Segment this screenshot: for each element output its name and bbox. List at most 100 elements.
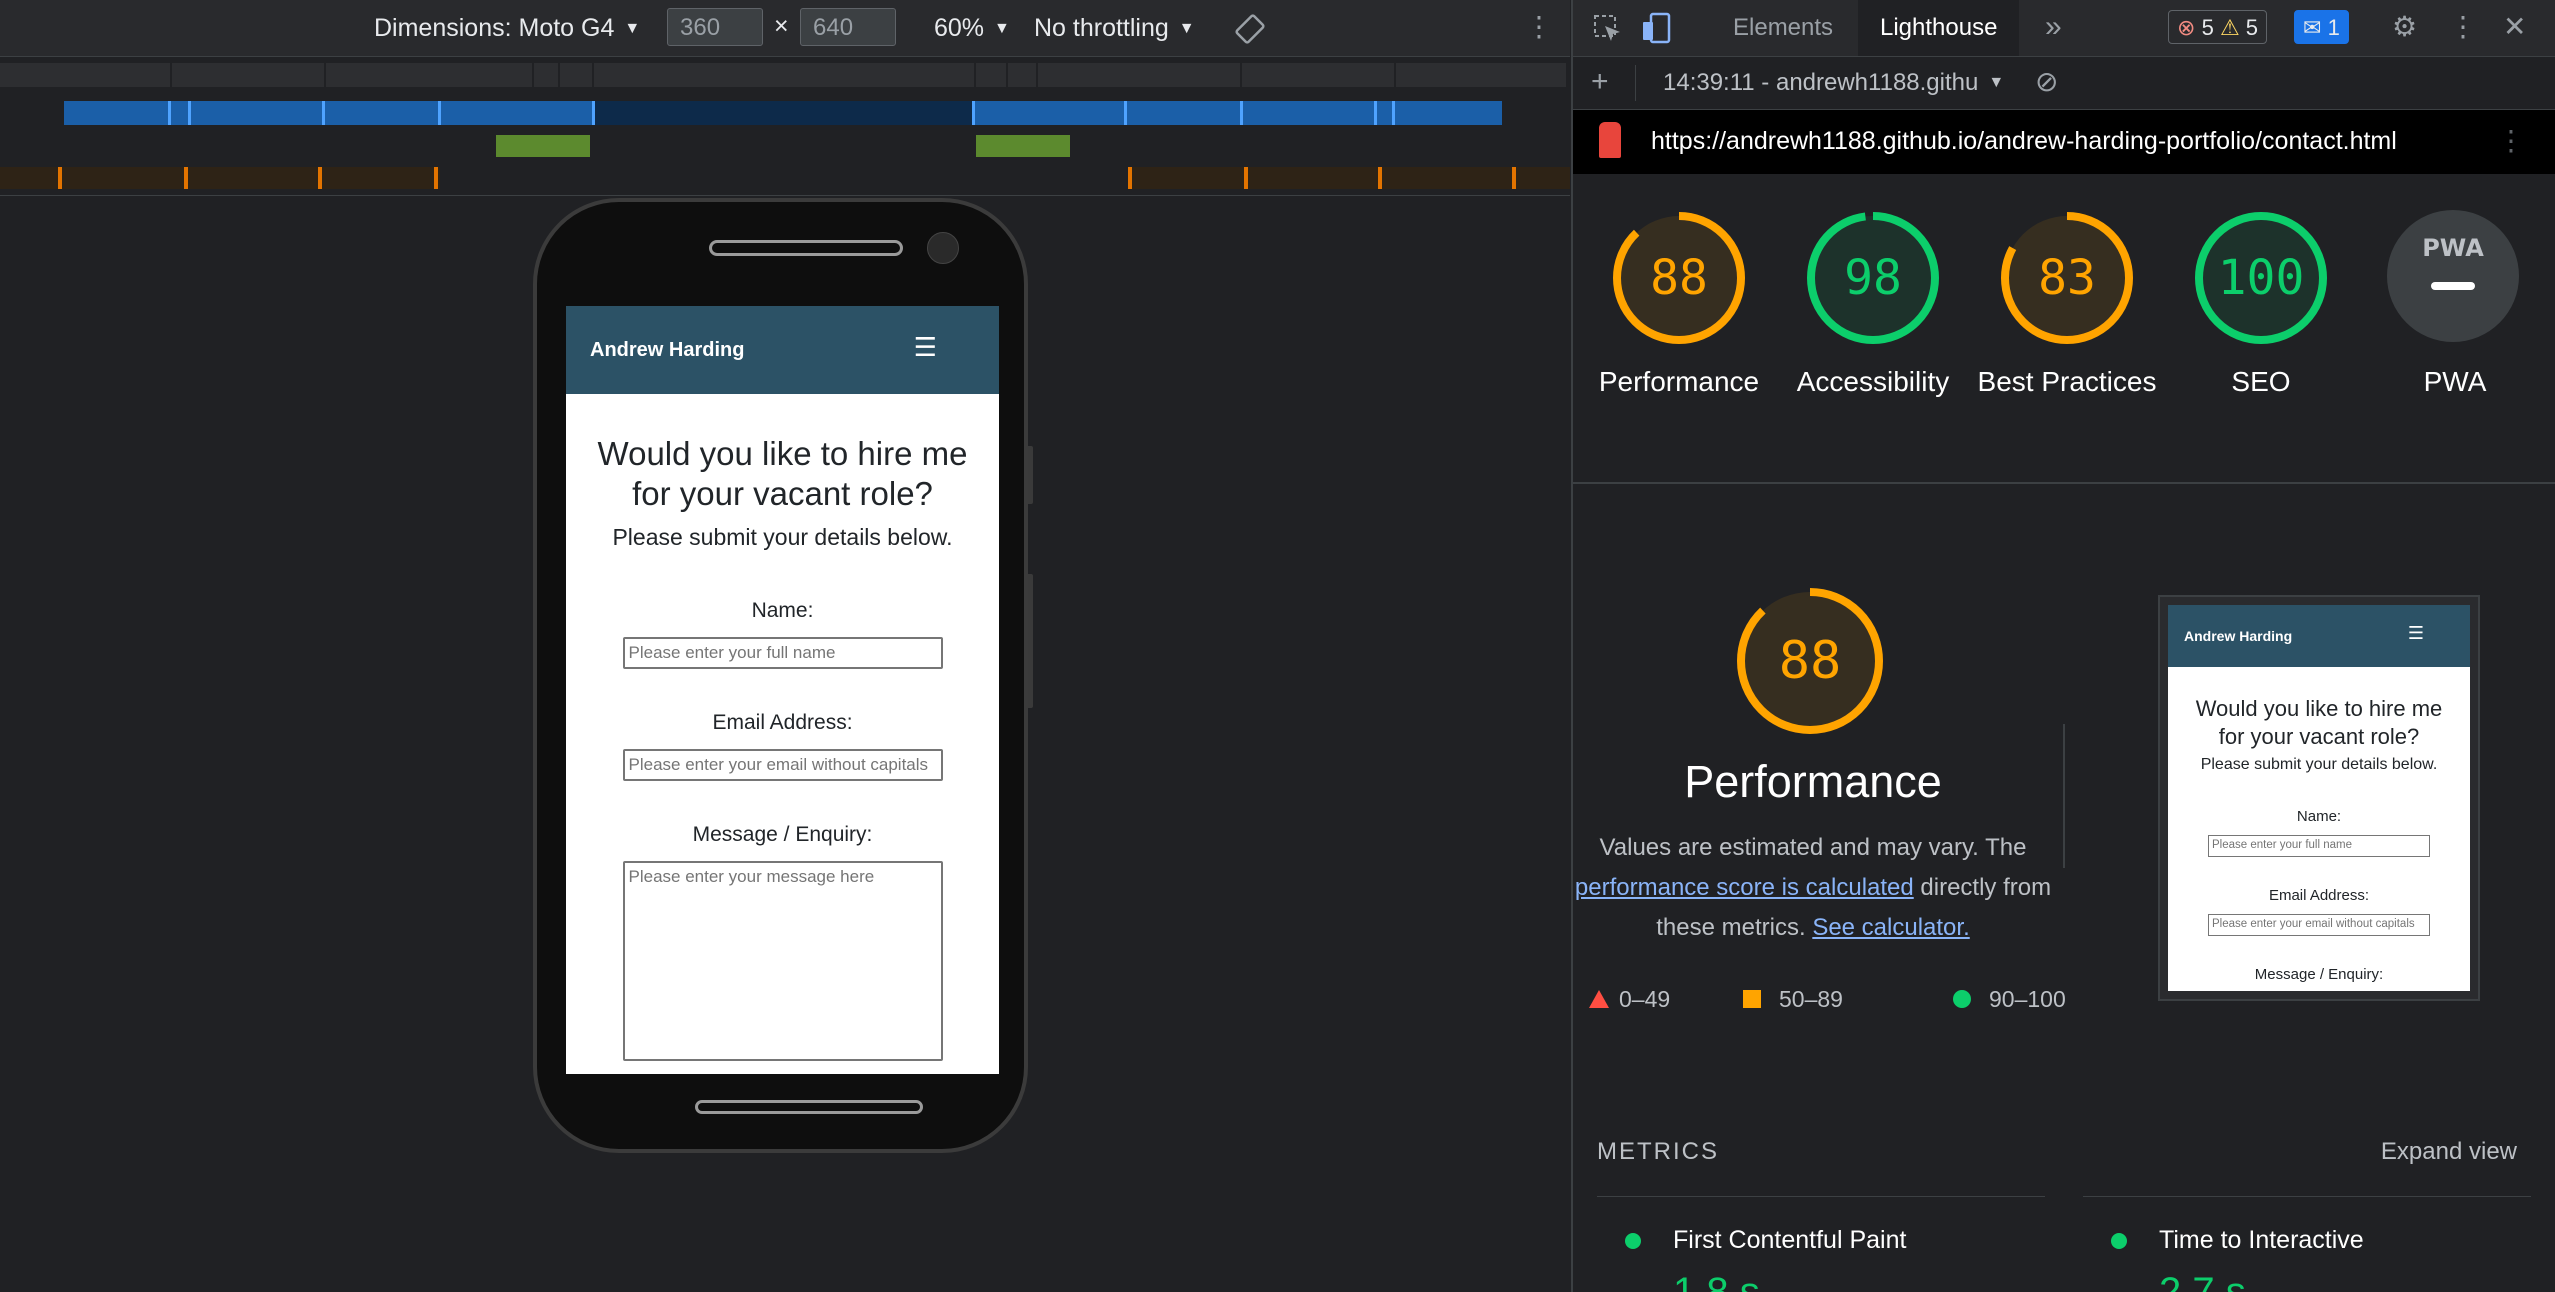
thumbnail-subheading: Please submit your details below. bbox=[2200, 756, 2438, 773]
caret-down-icon: ▼ bbox=[624, 20, 641, 37]
metric-pass-icon bbox=[2111, 1233, 2127, 1249]
performance-detail-title: Performance bbox=[1684, 756, 1942, 807]
network-marker bbox=[438, 101, 441, 125]
hamburger-menu-icon[interactable]: ☰ bbox=[914, 332, 937, 363]
average-square-icon bbox=[1743, 990, 1761, 1008]
report-menu-icon[interactable]: ⋮ bbox=[2497, 124, 2525, 157]
best-practices-label: Best Practices bbox=[1977, 366, 2157, 397]
messages-badge[interactable]: ✉ 1 bbox=[2294, 10, 2349, 44]
warning-count: 5 bbox=[2245, 15, 2259, 40]
new-report-plus-icon[interactable]: + bbox=[1591, 65, 1609, 99]
script-marker bbox=[318, 167, 322, 189]
timeline-segment bbox=[326, 63, 535, 87]
throttling-label: No throttling bbox=[1034, 14, 1169, 42]
network-marker bbox=[592, 101, 595, 125]
caret-down-icon: ▼ bbox=[1988, 74, 2005, 91]
expand-view-toggle[interactable]: Expand view bbox=[2381, 1138, 2517, 1166]
script-marker bbox=[1128, 167, 1132, 189]
message-count: 1 bbox=[2327, 15, 2340, 40]
zoom-dropdown[interactable]: 60% ▼ bbox=[934, 14, 1010, 43]
report-url-bar: https://andrewh1188.github.io/andrew-har… bbox=[1573, 110, 2555, 174]
name-input[interactable]: Please enter your full name bbox=[622, 637, 943, 669]
email-input[interactable]: Please enter your email without capitals bbox=[622, 749, 943, 781]
thumbnail-navbar: Andrew Harding ☰ bbox=[2168, 605, 2470, 667]
metric-fcp-value: 1.8 s bbox=[1673, 1270, 1760, 1292]
rotate-icon[interactable] bbox=[1234, 13, 1266, 45]
name-label: Name: bbox=[751, 599, 814, 622]
pwa-gauge[interactable]: PWA bbox=[2387, 210, 2523, 346]
emulated-page-viewport[interactable]: Andrew Harding ☰ Would you like to hire … bbox=[566, 306, 999, 1074]
seo-gauge[interactable]: 100 bbox=[2193, 210, 2329, 346]
zoom-label: 60% bbox=[934, 14, 985, 42]
description-text: Values are estimated and may vary. The bbox=[1599, 834, 2027, 861]
best-practices-gauge[interactable]: 83 bbox=[1999, 210, 2135, 346]
clear-block-icon[interactable]: ⊘ bbox=[2035, 65, 2058, 98]
device-toolbar-icon[interactable] bbox=[1641, 12, 1673, 44]
script-marker bbox=[184, 167, 188, 189]
best-practices-score: 83 bbox=[2038, 250, 2096, 306]
device-emulation-pane: Dimensions: Moto G4 ▼ 360 × 640 60% ▼ No t… bbox=[0, 0, 1570, 1292]
message-textarea[interactable]: Please enter your message here bbox=[622, 861, 943, 1061]
email-label: Email Address: bbox=[712, 711, 853, 734]
accessibility-label: Accessibility bbox=[1796, 366, 1950, 397]
thumbnail-hamburger-icon: ☰ bbox=[2407, 623, 2424, 643]
phone-home-bar bbox=[695, 1100, 923, 1114]
seo-label: SEO bbox=[2231, 366, 2291, 397]
score-calculation-link[interactable]: performance score is calculated bbox=[1575, 874, 1914, 901]
timeline-segment bbox=[1396, 63, 1569, 87]
metric-divider bbox=[1597, 1196, 2045, 1197]
report-selector-dropdown[interactable]: 14:39:11 - andrewh1188.githu ▼ bbox=[1663, 69, 2004, 97]
see-calculator-link[interactable]: See calculator. bbox=[1812, 914, 1969, 941]
script-bar bbox=[0, 167, 440, 189]
error-count: 5 bbox=[2201, 15, 2214, 40]
height-input[interactable]: 640 bbox=[800, 8, 896, 46]
filmstrip-timeline bbox=[0, 57, 1570, 196]
network-marker bbox=[1124, 101, 1127, 125]
thumbnail-name-input: Please enter your full name bbox=[2208, 835, 2430, 857]
settings-gear-icon[interactable]: ⚙ bbox=[2392, 10, 2417, 43]
legend-fail: 0–49 bbox=[1589, 986, 1670, 1013]
thumbnail-brand: Andrew Harding bbox=[2184, 628, 2293, 644]
device-dimensions-dropdown[interactable]: Dimensions: Moto G4 ▼ bbox=[374, 14, 640, 43]
pwa-badge-logo: PWA bbox=[2422, 234, 2484, 262]
site-brand-link[interactable]: Andrew Harding bbox=[590, 339, 744, 362]
performance-gauge[interactable]: 88 bbox=[1611, 210, 1747, 346]
legend-average: 50–89 bbox=[1743, 986, 1843, 1013]
paint-bar bbox=[976, 135, 1070, 157]
accessibility-gauge[interactable]: 98 bbox=[1805, 210, 1941, 346]
network-marker bbox=[168, 101, 171, 125]
final-screenshot-thumbnail[interactable]: Andrew Harding ☰ Would you like to hire … bbox=[2158, 595, 2480, 1001]
more-options-icon[interactable]: ⋮ bbox=[1525, 10, 1553, 43]
issues-badge[interactable]: ⊗ 5 ⚠ 5 bbox=[2168, 10, 2268, 44]
pwa-dash-icon bbox=[2431, 282, 2475, 290]
width-input[interactable]: 360 bbox=[667, 8, 763, 46]
script-marker bbox=[434, 167, 438, 189]
error-icon: ⊗ bbox=[2177, 15, 2196, 40]
lighthouse-icon bbox=[1599, 122, 1621, 158]
more-tabs-icon[interactable]: » bbox=[2045, 10, 2062, 44]
tab-elements[interactable]: Elements bbox=[1733, 0, 1833, 56]
close-icon[interactable]: ✕ bbox=[2503, 10, 2526, 43]
toolbar-separator bbox=[1635, 65, 1636, 101]
device-dimensions-label: Dimensions: Moto G4 bbox=[374, 14, 615, 42]
performance-description: Values are estimated and may vary. The p… bbox=[1573, 828, 2063, 948]
message-label: Message / Enquiry: bbox=[692, 823, 873, 846]
message-icon: ✉ bbox=[2303, 15, 2322, 40]
network-marker bbox=[188, 101, 191, 125]
inspect-element-icon[interactable] bbox=[1593, 14, 1623, 44]
network-bar bbox=[594, 101, 972, 125]
site-navbar: Andrew Harding ☰ bbox=[566, 306, 999, 394]
script-marker bbox=[1378, 167, 1382, 189]
device-toolbar: Dimensions: Moto G4 ▼ 360 × 640 60% ▼ No t… bbox=[0, 0, 1570, 57]
tab-lighthouse[interactable]: Lighthouse bbox=[1858, 0, 2020, 56]
network-marker bbox=[1374, 101, 1377, 125]
thumbnail-heading: Would you like to hire me for your vacan… bbox=[2195, 696, 2443, 749]
more-options-icon[interactable]: ⋮ bbox=[2449, 10, 2477, 43]
network-bar bbox=[972, 101, 1502, 125]
caret-down-icon: ▼ bbox=[1178, 20, 1195, 37]
report-selector-label: 14:39:11 - andrewh1188.githu bbox=[1663, 69, 1979, 96]
legend-fail-label: 0–49 bbox=[1619, 986, 1671, 1012]
throttling-dropdown[interactable]: No throttling ▼ bbox=[1034, 14, 1195, 43]
report-url[interactable]: https://andrewh1188.github.io/andrew-har… bbox=[1651, 127, 2397, 156]
metric-tti-name: Time to Interactive bbox=[2159, 1226, 2364, 1254]
